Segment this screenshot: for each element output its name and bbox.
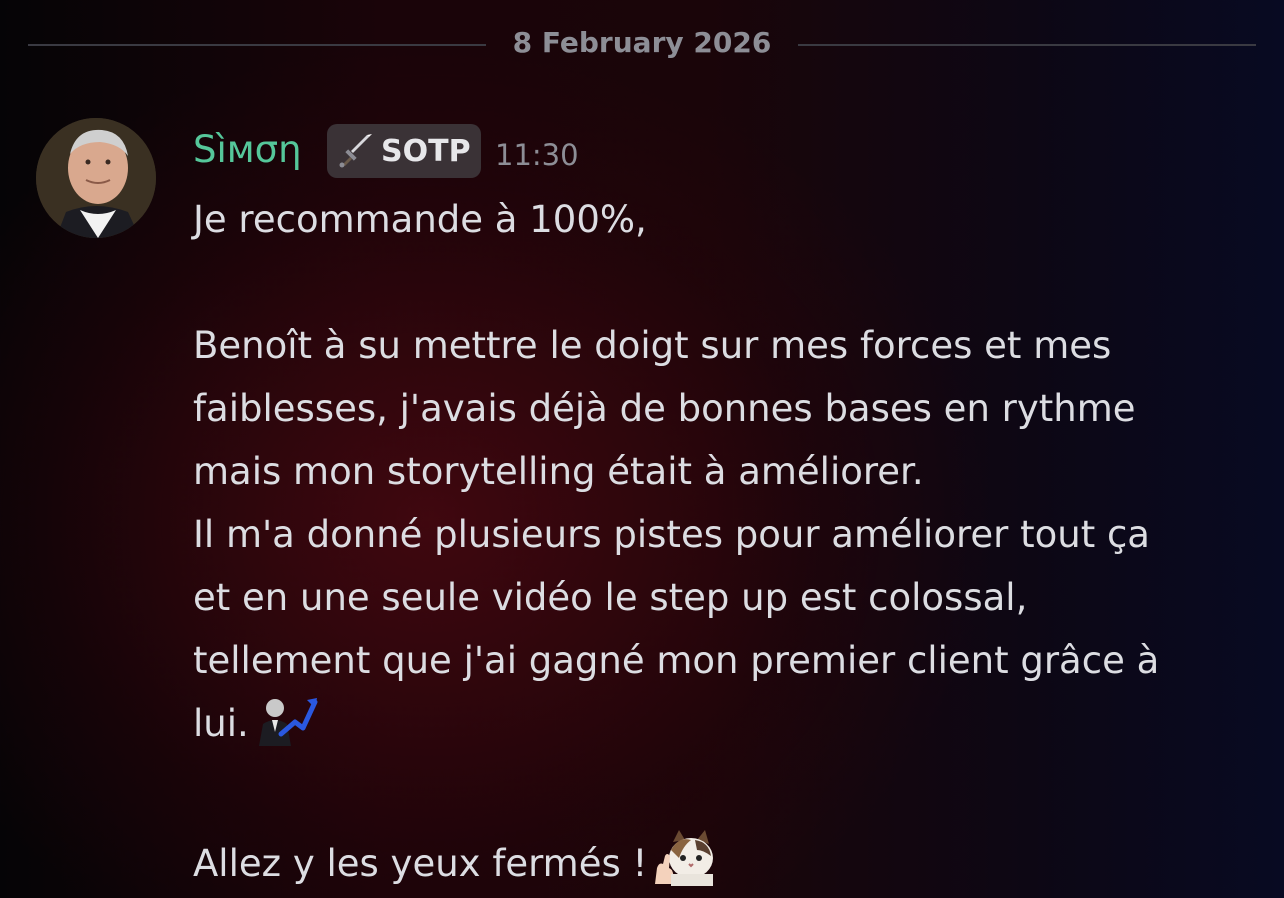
cat-thumbs-up-emoji-icon[interactable] [653, 828, 715, 898]
message-line: tellement que j'ai gagné mon premier cli… [193, 639, 1160, 682]
message-line: Benoît à su mettre le doigt sur mes forc… [193, 324, 1112, 367]
role-tag[interactable]: SOTP [327, 124, 481, 178]
divider-line-right [798, 44, 1256, 46]
role-tag-label: SOTP [381, 134, 471, 169]
message-line: et en une seule vidéo le step up est col… [193, 576, 1028, 619]
divider-line-left [28, 44, 486, 46]
avatar[interactable] [36, 118, 156, 238]
message-line: Il m'a donné plusieurs pistes pour améli… [193, 513, 1150, 556]
message-line: lui. [193, 702, 249, 745]
stonks-emoji-icon[interactable] [255, 694, 319, 765]
date-label: 8 February 2026 [512, 26, 772, 59]
message-line: Allez y les yeux fermés ! [193, 842, 648, 885]
message-line-with-emoji: Allez y les yeux fermés ! [193, 828, 1253, 898]
message-line: Je recommande à 100%, [193, 198, 647, 241]
message-body: Je recommande à 100%, Benoît à su mettre… [193, 188, 1253, 898]
message-line: faiblesses, j'avais déjà de bonnes bases… [193, 387, 1136, 430]
timestamp[interactable]: 11:30 [495, 138, 579, 172]
sword-icon [339, 134, 373, 168]
message-line-with-emoji: lui. [193, 692, 1253, 765]
message-line: mais mon storytelling était à améliorer. [193, 450, 924, 493]
username[interactable]: Sìмση [193, 128, 302, 171]
date-divider: 8 February 2026 [28, 22, 1256, 68]
